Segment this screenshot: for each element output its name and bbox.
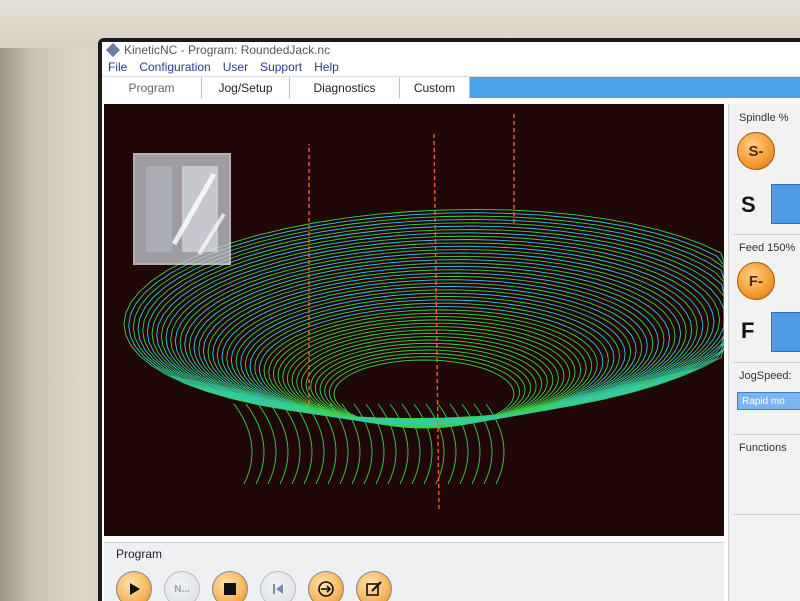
- goto-line-button[interactable]: [308, 571, 344, 601]
- feed-decrease-button[interactable]: F-: [737, 262, 775, 300]
- menu-bar: File Configuration User Support Help: [102, 58, 800, 76]
- spindle-display: [771, 184, 800, 224]
- menu-support[interactable]: Support: [260, 60, 302, 74]
- feed-display: [771, 312, 800, 352]
- menu-configuration[interactable]: Configuration: [139, 60, 210, 74]
- rewind-icon: [273, 584, 283, 594]
- feed-label: Feed 150%: [739, 242, 796, 254]
- stop-button[interactable]: [212, 571, 248, 601]
- right-control-panel: Spindle % S- S Feed 150% F- F JogSpeed: …: [728, 104, 800, 601]
- title-bar: KineticNC - Program: RoundedJack.nc: [102, 42, 800, 58]
- tab-custom[interactable]: Custom: [400, 77, 470, 98]
- panel-divider: [733, 514, 800, 515]
- tab-bar: Program Jog/Setup Diagnostics Custom: [102, 76, 800, 98]
- spindle-label: Spindle %: [739, 112, 789, 124]
- app-window: KineticNC - Program: RoundedJack.nc File…: [102, 42, 800, 601]
- machine-tool-model: [133, 153, 231, 265]
- play-button[interactable]: [116, 571, 152, 601]
- stop-icon: [224, 583, 236, 595]
- play-icon: [130, 583, 140, 595]
- window-title: KineticNC - Program: RoundedJack.nc: [124, 43, 331, 57]
- goto-line-icon: [318, 581, 334, 597]
- tab-jog-setup[interactable]: Jog/Setup: [202, 77, 290, 98]
- jogspeed-select[interactable]: Rapid mo: [737, 392, 800, 410]
- menu-user[interactable]: User: [223, 60, 248, 74]
- monitor-screen: KineticNC - Program: RoundedJack.nc File…: [98, 38, 800, 601]
- tab-diagnostics[interactable]: Diagnostics: [290, 77, 400, 98]
- next-line-button[interactable]: N...: [164, 571, 200, 601]
- menu-help[interactable]: Help: [314, 60, 339, 74]
- panel-divider: [733, 234, 800, 235]
- edit-program-button[interactable]: [356, 571, 392, 601]
- feed-letter: F: [741, 318, 755, 343]
- menu-file[interactable]: File: [108, 60, 127, 74]
- toolpath-plunge-line: [433, 133, 440, 510]
- spindle-decrease-button[interactable]: S-: [737, 132, 775, 170]
- app-logo-icon: [105, 42, 121, 58]
- spindle-letter: S: [741, 192, 756, 217]
- functions-label: Functions: [739, 442, 787, 454]
- panel-divider: [733, 362, 800, 363]
- edit-icon: [366, 581, 382, 596]
- tab-program[interactable]: Program: [102, 77, 202, 98]
- toolpath-cut-pass: [233, 403, 253, 485]
- toolpath-canvas[interactable]: [104, 104, 724, 536]
- panel-divider: [733, 434, 800, 435]
- jogspeed-label: JogSpeed:: [739, 370, 792, 382]
- next-line-icon: N...: [174, 583, 190, 595]
- program-control-bar: Program N...: [104, 542, 724, 601]
- monitor-bezel-left: [0, 0, 105, 601]
- rewind-button[interactable]: [260, 571, 296, 601]
- toolpath-viewport[interactable]: [104, 104, 724, 536]
- program-label: Program: [116, 547, 163, 561]
